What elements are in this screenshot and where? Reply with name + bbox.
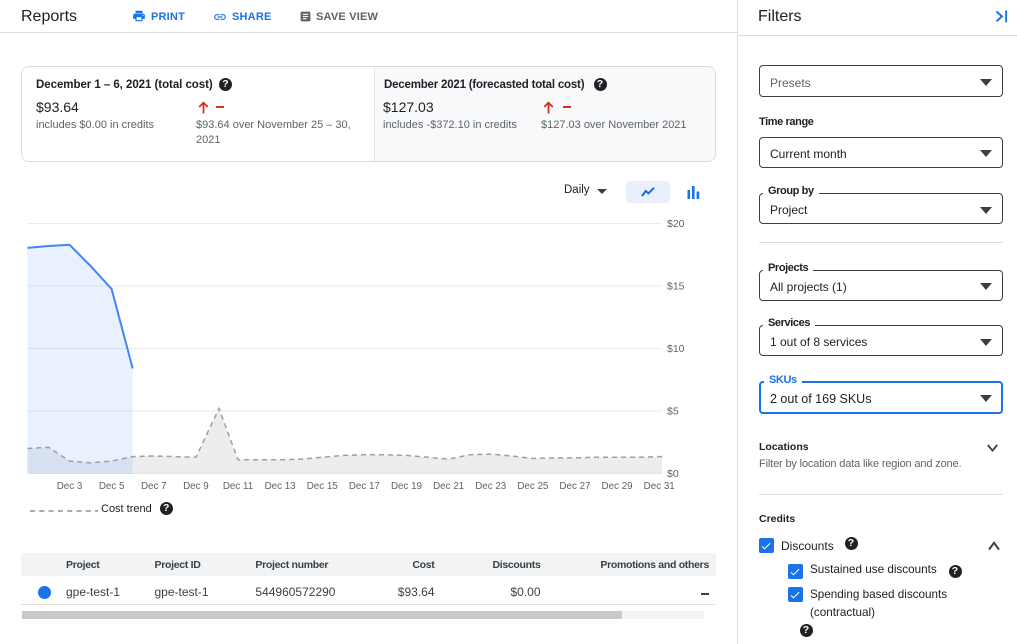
svg-text:Dec 23: Dec 23 <box>475 481 507 492</box>
svg-text:Dec 5: Dec 5 <box>99 481 125 492</box>
svg-text:Dec 7: Dec 7 <box>141 481 167 492</box>
svg-text:Dec 21: Dec 21 <box>433 481 464 492</box>
svg-text:Dec 17: Dec 17 <box>349 481 380 492</box>
svg-text:$10: $10 <box>667 343 685 355</box>
svg-text:Dec 27: Dec 27 <box>559 481 590 492</box>
svg-text:$5: $5 <box>667 406 679 418</box>
svg-text:Dec 29: Dec 29 <box>602 481 633 492</box>
svg-text:Dec 31: Dec 31 <box>644 481 675 492</box>
svg-text:Dec 11: Dec 11 <box>223 481 253 492</box>
svg-text:Dec 3: Dec 3 <box>57 481 83 492</box>
svg-text:Dec 9: Dec 9 <box>183 481 209 492</box>
svg-text:Dec 15: Dec 15 <box>307 481 339 492</box>
svg-text:$15: $15 <box>667 281 685 293</box>
svg-text:Dec 13: Dec 13 <box>265 481 297 492</box>
svg-text:$20: $20 <box>667 218 685 230</box>
svg-text:Dec 19: Dec 19 <box>391 481 422 492</box>
svg-text:$0: $0 <box>667 468 679 480</box>
svg-text:Dec 25: Dec 25 <box>517 481 549 492</box>
